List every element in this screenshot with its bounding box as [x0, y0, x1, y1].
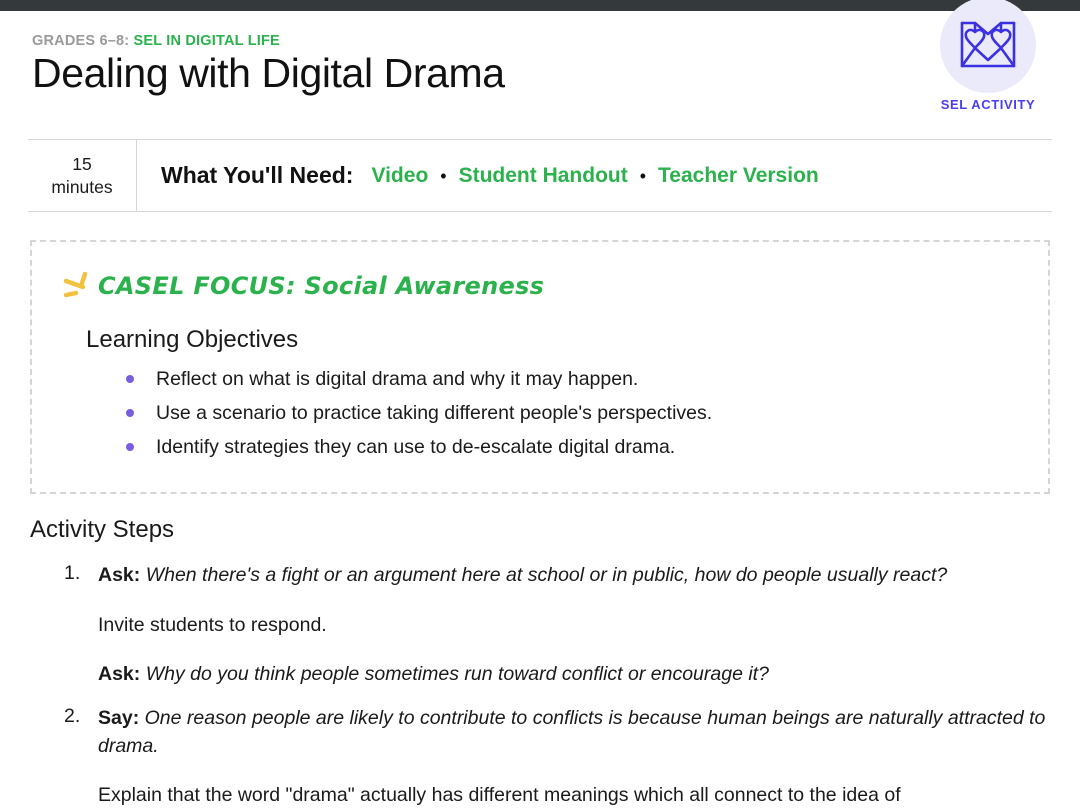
step-lead-sep: :: [133, 663, 146, 686]
step-lead-sep: :: [133, 564, 146, 586]
what-you-need-label: What You'll Need:: [161, 162, 354, 188]
learning-objectives-list: Reflect on what is digital drama and why…: [60, 364, 1020, 463]
activity-steps-list: 1. Ask: When there's a fight or an argum…: [30, 562, 1050, 810]
step-line: Say: One reason people are likely to con…: [98, 705, 1050, 760]
step-lead-sep: :: [132, 707, 145, 730]
duration-value: 15: [72, 153, 92, 174]
need-separator: •: [639, 165, 647, 186]
step-text: Invite students to respond.: [98, 613, 327, 636]
need-separator: •: [440, 165, 447, 186]
list-item: Reflect on what is digital drama and why…: [124, 364, 1020, 394]
eyebrow-subject: SEL IN DIGITAL LIFE: [133, 33, 280, 49]
step-lead: Ask: [98, 564, 134, 586]
step-line: Ask: When there's a fight or an argument…: [98, 562, 1050, 590]
browser-chrome-bar: [0, 0, 1080, 11]
need-link-student-handout[interactable]: Student Handout: [459, 164, 628, 188]
step-text: One reason people are likely to contribu…: [98, 707, 1046, 757]
document-page: GRADES 6–8: SEL IN DIGITAL LIFE Dealing …: [0, 0, 1080, 806]
what-you-need-content: What You'll Need: Video • Student Handou…: [137, 140, 1052, 211]
list-item: Identify strategies they can use to de-e…: [124, 432, 1020, 462]
what-you-need-bar: 15 minutes What You'll Need: Video • Stu…: [28, 139, 1052, 212]
step-number: 2.: [64, 705, 81, 728]
badge-label: SEL ACTIVITY: [940, 97, 1036, 112]
step-line: Invite students to respond.: [98, 612, 1050, 640]
casel-focus-heading: CASEL FOCUS: Social Awareness: [60, 268, 1020, 304]
badge-circle: [940, 0, 1036, 93]
step-lead: Ask: [98, 663, 134, 686]
sparkle-burst-icon: [63, 271, 88, 298]
step-line: Explain that the word "drama" actually h…: [98, 782, 1050, 810]
duration-cell: 15 minutes: [28, 140, 137, 211]
learning-objectives-title: Learning Objectives: [86, 326, 299, 353]
eyebrow-grades: GRADES 6–8:: [32, 33, 134, 49]
eyebrow-line: GRADES 6–8: SEL IN DIGITAL LIFE: [32, 33, 1048, 49]
page-title: Dealing with Digital Drama: [32, 50, 505, 96]
document-header: GRADES 6–8: SEL IN DIGITAL LIFE Dealing …: [0, 0, 1080, 129]
step-text: Why do you think people sometimes run to…: [145, 663, 769, 686]
step-text: When there's a fight or an argument here…: [145, 564, 948, 586]
step-line: Ask: Why do you think people sometimes r…: [98, 661, 1050, 689]
need-link-video[interactable]: Video: [371, 164, 428, 188]
duration-unit: minutes: [51, 176, 113, 197]
step-text: Explain that the word "drama" actually h…: [98, 784, 901, 807]
activity-step: 2. Say: One reason people are likely to …: [30, 705, 1050, 810]
sel-activity-badge: SEL ACTIVITY: [928, 0, 1048, 112]
box-with-hearts-icon: [960, 21, 1016, 68]
activity-steps-section: Activity Steps 1. Ask: When there's a fi…: [30, 516, 1050, 810]
list-item: Use a scenario to practice taking differ…: [124, 398, 1020, 428]
step-lead: Say: [98, 707, 133, 730]
casel-focus-text: CASEL FOCUS: Social Awareness: [98, 272, 545, 300]
step-number: 1.: [64, 562, 81, 584]
activity-steps-title: Activity Steps: [30, 516, 175, 543]
need-link-teacher-version[interactable]: Teacher Version: [658, 164, 819, 188]
activity-step: 1. Ask: When there's a fight or an argum…: [30, 562, 1050, 689]
casel-focus-box: CASEL FOCUS: Social Awareness Learning O…: [30, 240, 1050, 494]
